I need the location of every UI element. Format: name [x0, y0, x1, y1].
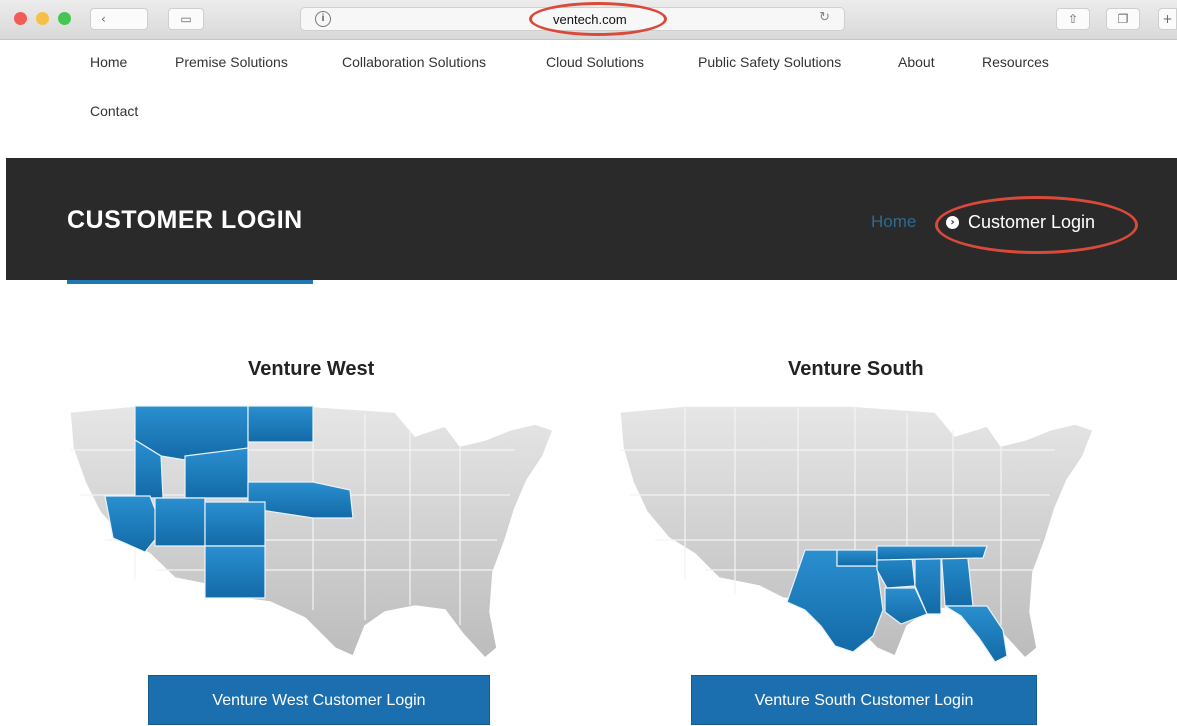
tabs-icon: ❐ [1117, 12, 1129, 26]
nav-contact[interactable]: Contact [90, 103, 138, 119]
venture-south-login-button[interactable]: Venture South Customer Login [691, 675, 1037, 725]
nav-public-safety-solutions[interactable]: Public Safety Solutions [698, 54, 841, 70]
nav-premise-solutions[interactable]: Premise Solutions [175, 54, 288, 70]
venture-west-map [69, 405, 554, 660]
breadcrumb-home[interactable]: Home [871, 212, 916, 232]
venture-south-map [619, 405, 1094, 663]
url-annotation-circle [529, 2, 667, 36]
back-icon: ‹ [101, 12, 106, 26]
nav-collaboration-solutions[interactable]: Collaboration Solutions [342, 54, 486, 70]
maximize-window-button[interactable] [58, 12, 71, 25]
region-title-west: Venture West [248, 358, 375, 380]
minimize-window-button[interactable] [36, 12, 49, 25]
breadcrumb-annotation-circle [935, 196, 1138, 254]
region-title-south: Venture South [788, 358, 924, 380]
close-window-button[interactable] [14, 12, 27, 25]
venture-west-login-button[interactable]: Venture West Customer Login [148, 675, 490, 725]
nav-cloud-solutions[interactable]: Cloud Solutions [546, 54, 644, 70]
share-button[interactable]: ⇧ [1056, 8, 1090, 30]
reload-icon[interactable]: ↻ [819, 10, 830, 25]
sidebar-toggle-button[interactable]: ▭ [168, 8, 204, 30]
show-tabs-button[interactable]: ❐ [1106, 8, 1140, 30]
plus-icon: + [1162, 12, 1173, 26]
title-underline [67, 280, 313, 284]
back-button[interactable]: ‹ [90, 8, 148, 30]
address-bar[interactable]: i ventech.com ↻ [300, 2, 845, 36]
new-tab-button[interactable]: + [1158, 8, 1177, 30]
page-title: CUSTOMER LOGIN [67, 206, 303, 234]
nav-about[interactable]: About [898, 54, 935, 70]
share-icon: ⇧ [1067, 12, 1079, 26]
page-banner: CUSTOMER LOGIN Home › Customer Login [6, 158, 1177, 284]
nav-home[interactable]: Home [90, 54, 127, 70]
site-nav: Home Premise Solutions Collaboration Sol… [0, 40, 1177, 158]
info-icon[interactable]: i [315, 11, 331, 27]
nav-resources[interactable]: Resources [982, 54, 1049, 70]
sidebar-icon: ▭ [180, 12, 192, 26]
browser-toolbar: ‹ ▭ i ventech.com ↻ ⇧ ❐ + [0, 0, 1177, 40]
